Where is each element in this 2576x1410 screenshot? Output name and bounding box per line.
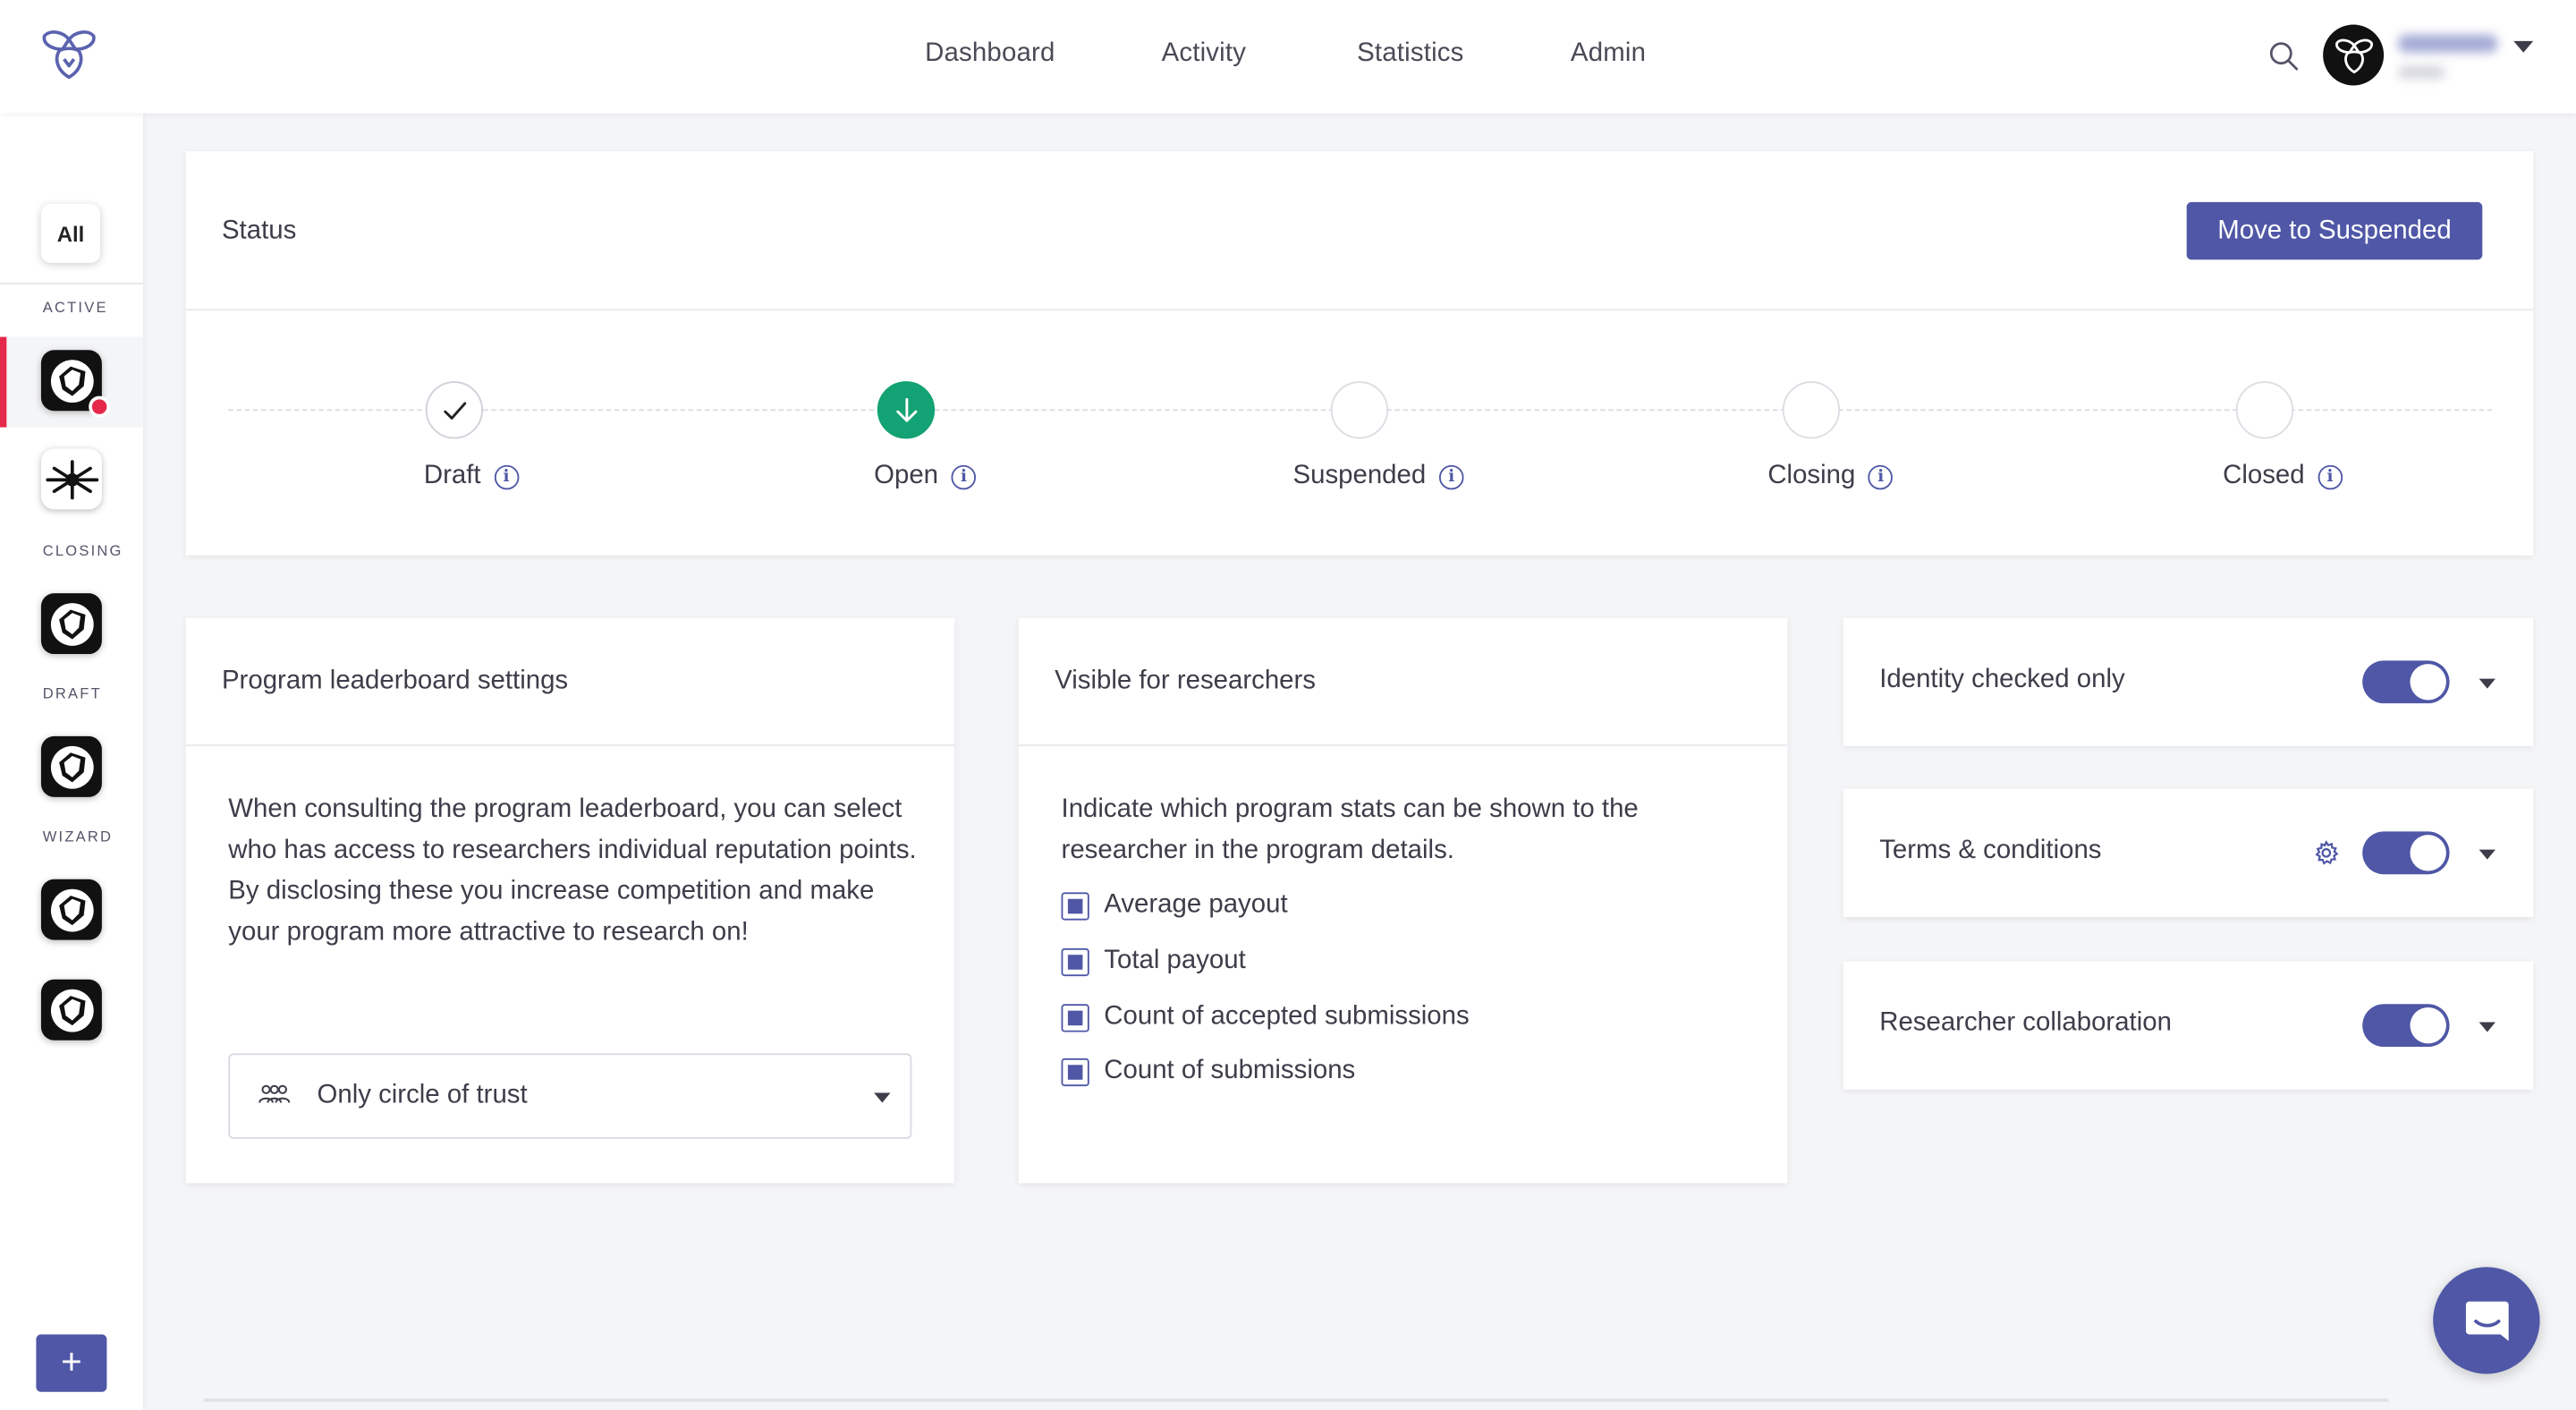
step-suspended: Suspended i bbox=[1293, 462, 1464, 491]
checkbox[interactable] bbox=[1061, 1003, 1089, 1032]
gear-icon[interactable] bbox=[2313, 840, 2339, 866]
step-label: Closed bbox=[2223, 462, 2305, 490]
terms-conditions-toggle[interactable] bbox=[2362, 831, 2450, 875]
step-label: Closing bbox=[1767, 462, 1856, 490]
program-item[interactable] bbox=[40, 979, 102, 1041]
program-logo-icon bbox=[50, 745, 93, 788]
step-label: Open bbox=[874, 462, 939, 490]
leaderboard-description: When consulting the program leaderboard,… bbox=[228, 795, 917, 947]
program-logo-icon bbox=[45, 459, 98, 499]
notification-dot bbox=[89, 395, 111, 418]
info-icon[interactable]: i bbox=[2318, 463, 2343, 489]
program-item[interactable] bbox=[40, 879, 102, 940]
arrow-down-icon bbox=[895, 396, 917, 421]
identity-checked-card: Identity checked only bbox=[1843, 617, 2534, 746]
status-divider bbox=[185, 309, 2534, 311]
status-card: Status Move to Suspended Draft i Open i … bbox=[185, 150, 2534, 556]
step-closed-circle bbox=[2235, 381, 2294, 439]
terms-conditions-card: Terms & conditions bbox=[1843, 788, 2534, 917]
visible-description: Indicate which program stats can be show… bbox=[1061, 795, 1639, 865]
info-icon[interactable]: i bbox=[494, 463, 519, 489]
nav-activity[interactable]: Activity bbox=[1162, 39, 1247, 69]
nav-dashboard[interactable]: Dashboard bbox=[925, 39, 1055, 69]
user-avatar[interactable] bbox=[2323, 24, 2385, 86]
option-total-payout[interactable]: Total payout bbox=[1061, 947, 1246, 976]
option-label: Average payout bbox=[1104, 890, 1288, 919]
option-label: Count of accepted submissions bbox=[1104, 1002, 1470, 1031]
visible-for-researchers-card: Visible for researchers Indicate which p… bbox=[1018, 617, 1788, 1184]
leaderboard-access-select[interactable]: Only circle of trust bbox=[228, 1053, 912, 1139]
filter-all-button[interactable]: All bbox=[40, 203, 101, 263]
step-closing: Closing i bbox=[1767, 462, 1894, 491]
status-title: Status bbox=[221, 217, 297, 245]
select-value: Only circle of trust bbox=[317, 1081, 528, 1109]
researcher-collaboration-toggle[interactable] bbox=[2362, 1004, 2450, 1048]
info-icon[interactable]: i bbox=[951, 463, 977, 489]
expand-chevron-down-icon[interactable] bbox=[2479, 678, 2496, 689]
main-nav: Dashboard Activity Statistics Admin bbox=[0, 0, 2576, 114]
section-label-wizard: WIZARD bbox=[42, 828, 114, 845]
panel-divider bbox=[1018, 744, 1788, 746]
add-program-button[interactable]: + bbox=[36, 1334, 107, 1392]
step-open-circle bbox=[877, 381, 936, 439]
move-to-suspended-button[interactable]: Move to Suspended bbox=[2186, 201, 2483, 260]
program-logo-icon bbox=[50, 988, 93, 1032]
leaderboard-title: Program leaderboard settings bbox=[221, 667, 569, 695]
visible-title: Visible for researchers bbox=[1055, 667, 1317, 695]
nav-admin[interactable]: Admin bbox=[1571, 39, 1646, 69]
toggle-label: Terms & conditions bbox=[1879, 836, 2102, 865]
step-open: Open i bbox=[874, 462, 977, 491]
step-label: Suspended bbox=[1292, 462, 1427, 490]
step-closing-circle bbox=[1782, 381, 1841, 439]
identity-checked-toggle[interactable] bbox=[2362, 660, 2450, 704]
researcher-collaboration-card: Researcher collaboration bbox=[1843, 961, 2534, 1090]
option-average-payout[interactable]: Average payout bbox=[1061, 890, 1288, 921]
check-icon bbox=[443, 401, 466, 420]
top-bar: Dashboard Activity Statistics Admin bbox=[0, 0, 2576, 114]
checkbox[interactable] bbox=[1061, 891, 1089, 920]
toggle-label: Identity checked only bbox=[1879, 665, 2125, 694]
search-icon[interactable] bbox=[2267, 39, 2301, 72]
footer-divider bbox=[203, 1398, 2389, 1402]
user-menu-chevron-down-icon[interactable] bbox=[2513, 40, 2534, 53]
info-icon[interactable]: i bbox=[1868, 463, 1894, 489]
section-label-active: ACTIVE bbox=[42, 299, 108, 316]
option-submissions[interactable]: Count of submissions bbox=[1061, 1057, 1356, 1086]
expand-chevron-down-icon[interactable] bbox=[2479, 849, 2496, 860]
checkbox[interactable] bbox=[1061, 1058, 1089, 1086]
expand-chevron-down-icon[interactable] bbox=[2479, 1022, 2496, 1032]
toggle-label: Researcher collaboration bbox=[1879, 1008, 2172, 1038]
option-accepted-submissions[interactable]: Count of accepted submissions bbox=[1061, 1002, 1470, 1032]
program-item[interactable] bbox=[40, 593, 102, 655]
step-draft-circle bbox=[425, 381, 483, 439]
step-label: Draft bbox=[423, 462, 481, 490]
step-closed: Closed i bbox=[2223, 462, 2343, 491]
step-suspended-circle bbox=[1330, 381, 1389, 439]
selected-indicator bbox=[0, 336, 7, 428]
chat-icon bbox=[2465, 1300, 2508, 1340]
section-label-closing: CLOSING bbox=[42, 542, 123, 559]
leaderboard-settings-card: Program leaderboard settings When consul… bbox=[185, 617, 955, 1184]
chat-launcher-button[interactable] bbox=[2433, 1267, 2540, 1374]
program-logo-icon bbox=[50, 888, 93, 931]
user-name-redacted[interactable] bbox=[2398, 28, 2504, 87]
program-sidebar: All ACTIVE CLOSING DRAFT WIZARD + bbox=[0, 113, 143, 1410]
people-icon bbox=[258, 1084, 291, 1103]
option-label: Total payout bbox=[1104, 947, 1246, 975]
nav-statistics[interactable]: Statistics bbox=[1357, 39, 1463, 69]
option-label: Count of submissions bbox=[1104, 1057, 1356, 1085]
info-icon[interactable]: i bbox=[1438, 463, 1464, 489]
chevron-down-icon bbox=[874, 1092, 891, 1103]
program-item[interactable] bbox=[40, 448, 102, 510]
avatar-logo-icon bbox=[2334, 38, 2373, 73]
section-label-draft: DRAFT bbox=[42, 684, 102, 702]
panel-divider bbox=[185, 744, 955, 746]
checkbox[interactable] bbox=[1061, 947, 1089, 976]
program-logo-icon bbox=[50, 602, 93, 645]
step-draft: Draft i bbox=[424, 462, 519, 491]
sidebar-divider bbox=[0, 282, 143, 285]
program-item[interactable] bbox=[40, 735, 102, 797]
program-logo-icon bbox=[50, 359, 93, 403]
